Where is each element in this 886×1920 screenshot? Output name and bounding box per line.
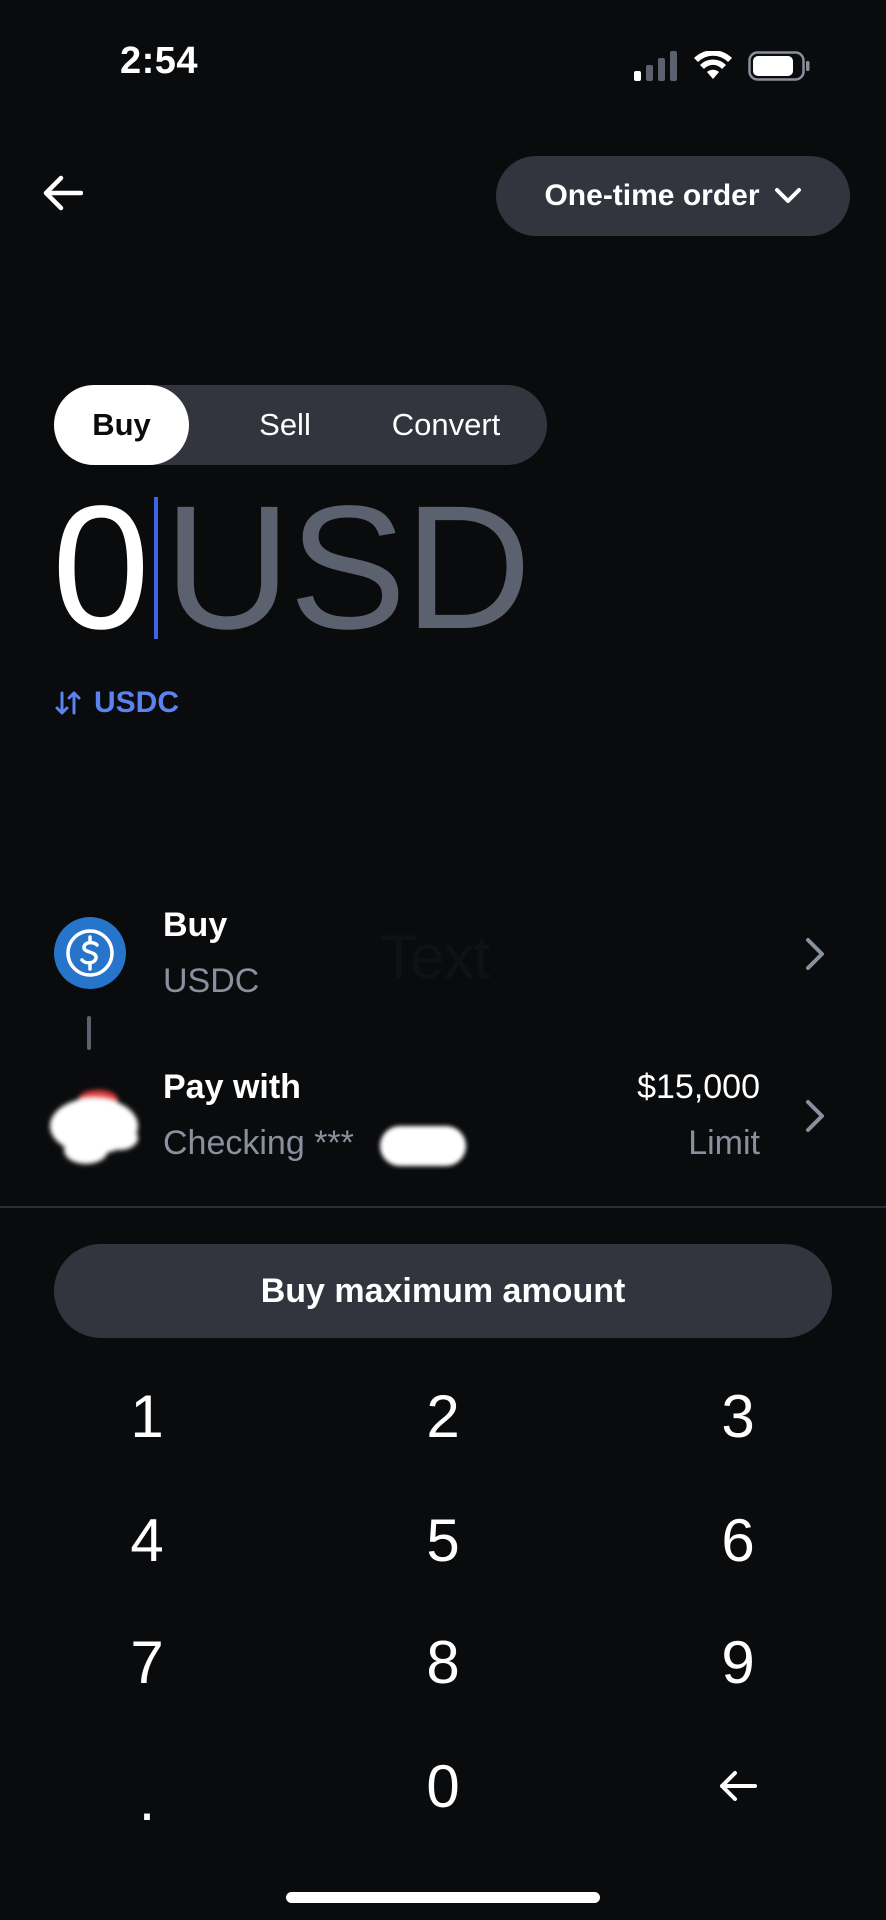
keypad-key-5[interactable]: 5 bbox=[343, 1490, 543, 1590]
usdc-coin-icon bbox=[54, 917, 126, 989]
amount-display[interactable]: 0 USD bbox=[52, 470, 532, 666]
tab-buy[interactable]: Buy bbox=[54, 385, 189, 465]
amount-value: 0 bbox=[52, 470, 150, 666]
buy-row-title: Buy bbox=[163, 906, 228, 944]
keypad-backspace-button[interactable] bbox=[638, 1736, 838, 1836]
redaction-mark bbox=[380, 1126, 466, 1166]
switch-currency-button[interactable]: USDC bbox=[54, 686, 179, 720]
buy-maximum-button[interactable]: Buy maximum amount bbox=[54, 1244, 832, 1338]
tab-convert[interactable]: Convert bbox=[364, 385, 528, 465]
home-indicator bbox=[286, 1892, 600, 1903]
chevron-right-icon bbox=[806, 1100, 824, 1132]
order-type-dropdown[interactable]: One-time order bbox=[496, 156, 850, 236]
chevron-down-icon bbox=[774, 188, 801, 203]
text-cursor bbox=[153, 497, 158, 639]
keypad-key-1[interactable]: 1 bbox=[47, 1366, 247, 1466]
pay-row-account: Checking *** bbox=[163, 1124, 354, 1162]
pay-limit-label: Limit bbox=[688, 1124, 760, 1162]
keypad-key-0[interactable]: 0 bbox=[343, 1736, 543, 1836]
tab-sell[interactable]: Sell bbox=[230, 385, 340, 465]
keypad-key-3[interactable]: 3 bbox=[638, 1366, 838, 1466]
keypad-key-4[interactable]: 4 bbox=[47, 1490, 247, 1590]
battery-icon bbox=[748, 51, 810, 81]
keypad-key-2[interactable]: 2 bbox=[343, 1366, 543, 1466]
buy-screen: 2:54 One-time order Buy Sell Convert 0 U… bbox=[0, 0, 886, 1920]
status-time: 2:54 bbox=[120, 40, 199, 82]
pay-row-title: Pay with bbox=[163, 1068, 301, 1106]
amount-currency: USD bbox=[163, 470, 532, 666]
bank-account-icon bbox=[50, 1090, 138, 1164]
keypad-key-8[interactable]: 8 bbox=[343, 1612, 543, 1712]
buy-row-subtitle: USDC bbox=[163, 962, 260, 1000]
wifi-icon bbox=[694, 51, 732, 79]
backspace-arrow-icon bbox=[720, 1771, 757, 1801]
cellular-signal-icon bbox=[634, 51, 677, 81]
switch-currency-label: USDC bbox=[94, 686, 180, 719]
overlay-text: Text bbox=[380, 923, 491, 992]
status-icons bbox=[634, 48, 810, 84]
order-type-label: One-time order bbox=[544, 179, 760, 212]
keypad-key-decimal[interactable]: . bbox=[47, 1740, 247, 1840]
swap-arrows-icon bbox=[55, 691, 81, 715]
keypad-key-6[interactable]: 6 bbox=[638, 1490, 838, 1590]
section-divider bbox=[0, 1206, 886, 1208]
arrow-left-icon bbox=[43, 175, 83, 211]
chevron-right-icon bbox=[806, 938, 824, 970]
keypad-key-9[interactable]: 9 bbox=[638, 1612, 838, 1712]
back-button[interactable] bbox=[38, 168, 88, 218]
trade-type-tabs: Buy Sell Convert bbox=[54, 385, 547, 465]
row-connector bbox=[87, 1016, 91, 1050]
keypad-key-7[interactable]: 7 bbox=[47, 1612, 247, 1712]
pay-limit-value: $15,000 bbox=[637, 1068, 760, 1106]
